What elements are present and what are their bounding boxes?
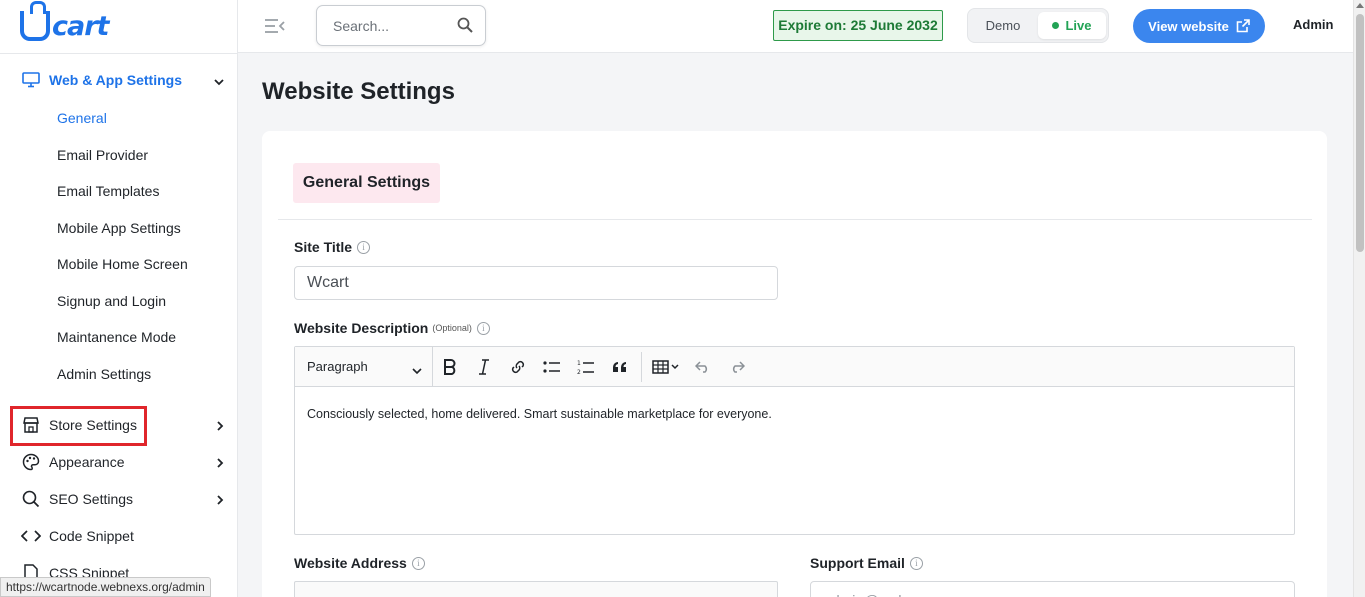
link-icon[interactable]	[501, 347, 535, 387]
scroll-up-arrow-icon[interactable]	[1356, 3, 1364, 8]
topbar: Expire on: 25 June 2032 Demo Live View w…	[238, 0, 1353, 53]
description-editor: Paragraph 12 Consciously selected, home …	[294, 346, 1295, 535]
sidebar-item-maintenance-mode[interactable]: Maintanence Mode	[0, 319, 238, 356]
user-menu[interactable]: Admin	[1293, 17, 1333, 32]
description-label: Website Description (Optional) i	[294, 320, 490, 336]
italic-icon[interactable]	[467, 347, 501, 387]
sidebar: cart Web & App Settings General Email Pr…	[0, 0, 238, 597]
toolbar-separator	[641, 351, 642, 382]
view-website-label: View website	[1148, 18, 1229, 34]
page-scrollbar[interactable]	[1353, 0, 1365, 597]
search-icon	[21, 489, 41, 509]
sidebar-item-label: Code Snippet	[49, 527, 134, 544]
search-box	[316, 5, 486, 46]
monitor-icon	[21, 70, 41, 90]
mode-live-button[interactable]: Live	[1038, 12, 1106, 39]
site-title-input[interactable]	[294, 266, 778, 300]
chevron-right-icon	[216, 492, 224, 508]
sidebar-item-email-templates[interactable]: Email Templates	[0, 173, 238, 210]
svg-text:2: 2	[577, 369, 581, 375]
code-icon	[21, 526, 41, 546]
site-title-label-text: Site Title	[294, 239, 353, 255]
undo-icon[interactable]	[686, 347, 720, 387]
block-format-select[interactable]: Paragraph	[295, 346, 433, 387]
palette-icon	[21, 452, 41, 472]
address-label-text: Website Address	[294, 555, 407, 571]
site-title-label: Site Title i	[294, 239, 371, 255]
sidebar-item-label: SEO Settings	[49, 490, 134, 507]
search-input[interactable]	[317, 6, 442, 45]
sidebar-divider	[0, 53, 238, 54]
mode-demo-button[interactable]: Demo	[978, 9, 1028, 42]
sidebar-item-admin-settings[interactable]: Admin Settings	[0, 356, 238, 393]
logo[interactable]: cart	[20, 1, 109, 44]
description-label-text: Website Description	[294, 320, 429, 336]
sidebar-item-mobile-app-settings[interactable]: Mobile App Settings	[0, 210, 238, 247]
support-email-label-text: Support Email	[810, 555, 905, 571]
address-label: Website Address i	[294, 555, 425, 571]
sidebar-group-label: Web & App Settings	[49, 72, 182, 88]
menu-collapse-icon[interactable]	[264, 17, 286, 35]
info-icon[interactable]: i	[476, 321, 490, 335]
live-dot-icon	[1052, 22, 1060, 29]
blockquote-icon[interactable]	[603, 347, 637, 387]
sidebar-item-store-settings[interactable]: Store Settings	[0, 406, 238, 446]
svg-text:1: 1	[577, 360, 581, 367]
redo-icon[interactable]	[720, 347, 754, 387]
table-icon[interactable]	[646, 347, 686, 387]
support-email-input[interactable]	[810, 581, 1295, 597]
card-divider	[278, 219, 1312, 220]
external-link-icon	[1236, 19, 1250, 33]
bold-icon[interactable]	[433, 347, 467, 387]
mode-toggle: Demo Live	[967, 8, 1109, 43]
sidebar-item-appearance[interactable]: Appearance	[0, 443, 238, 480]
sidebar-item-seo-settings[interactable]: SEO Settings	[0, 480, 238, 517]
bulleted-list-icon[interactable]	[535, 347, 569, 387]
sidebar-group-web-app-settings: Web & App Settings General Email Provide…	[0, 66, 238, 392]
sidebar-sub-list: General Email Provider Email Templates M…	[0, 100, 238, 392]
section-title: General Settings	[293, 163, 440, 203]
editor-toolbar: Paragraph 12	[295, 346, 1294, 387]
sidebar-bottom-list: Store Settings Appearance SEO Settings C…	[0, 406, 238, 591]
support-email-label: Support Email i	[810, 555, 923, 571]
scrollbar-thumb[interactable]	[1356, 14, 1364, 252]
page-title: Website Settings	[262, 78, 455, 105]
description-editor-content[interactable]: Consciously selected, home delivered. Sm…	[295, 387, 1294, 441]
optional-tag: (Optional)	[432, 323, 472, 333]
cart-logo-icon	[20, 1, 50, 41]
status-bar-url: https://wcartnode.webnexs.org/admin	[0, 577, 211, 597]
info-icon[interactable]: i	[411, 556, 425, 570]
chevron-right-icon	[216, 455, 224, 471]
settings-card: General Settings Site Title i Website De…	[262, 131, 1327, 597]
chevron-down-icon	[214, 73, 224, 89]
mode-live-label: Live	[1065, 18, 1092, 33]
store-icon	[21, 415, 41, 435]
info-icon[interactable]: i	[909, 556, 923, 570]
chevron-down-icon	[412, 363, 422, 378]
address-editor[interactable]	[294, 581, 778, 597]
sidebar-item-signup-login[interactable]: Signup and Login	[0, 283, 238, 320]
sidebar-item-code-snippet[interactable]: Code Snippet	[0, 517, 238, 554]
expiry-badge: Expire on: 25 June 2032	[773, 10, 943, 41]
sidebar-item-general[interactable]: General	[0, 100, 238, 137]
logo-text: cart	[52, 10, 109, 42]
view-website-button[interactable]: View website	[1133, 9, 1265, 43]
sidebar-item-label: Store Settings	[49, 416, 137, 433]
numbered-list-icon[interactable]: 12	[569, 347, 603, 387]
sidebar-item-email-provider[interactable]: Email Provider	[0, 137, 238, 174]
sidebar-item-label: Appearance	[49, 453, 125, 470]
sidebar-item-web-app-settings[interactable]: Web & App Settings	[0, 66, 238, 94]
search-icon[interactable]	[457, 17, 473, 38]
chevron-right-icon	[216, 418, 224, 434]
sidebar-item-mobile-home-screen[interactable]: Mobile Home Screen	[0, 246, 238, 283]
block-format-value: Paragraph	[307, 359, 368, 374]
info-icon[interactable]: i	[357, 240, 371, 254]
